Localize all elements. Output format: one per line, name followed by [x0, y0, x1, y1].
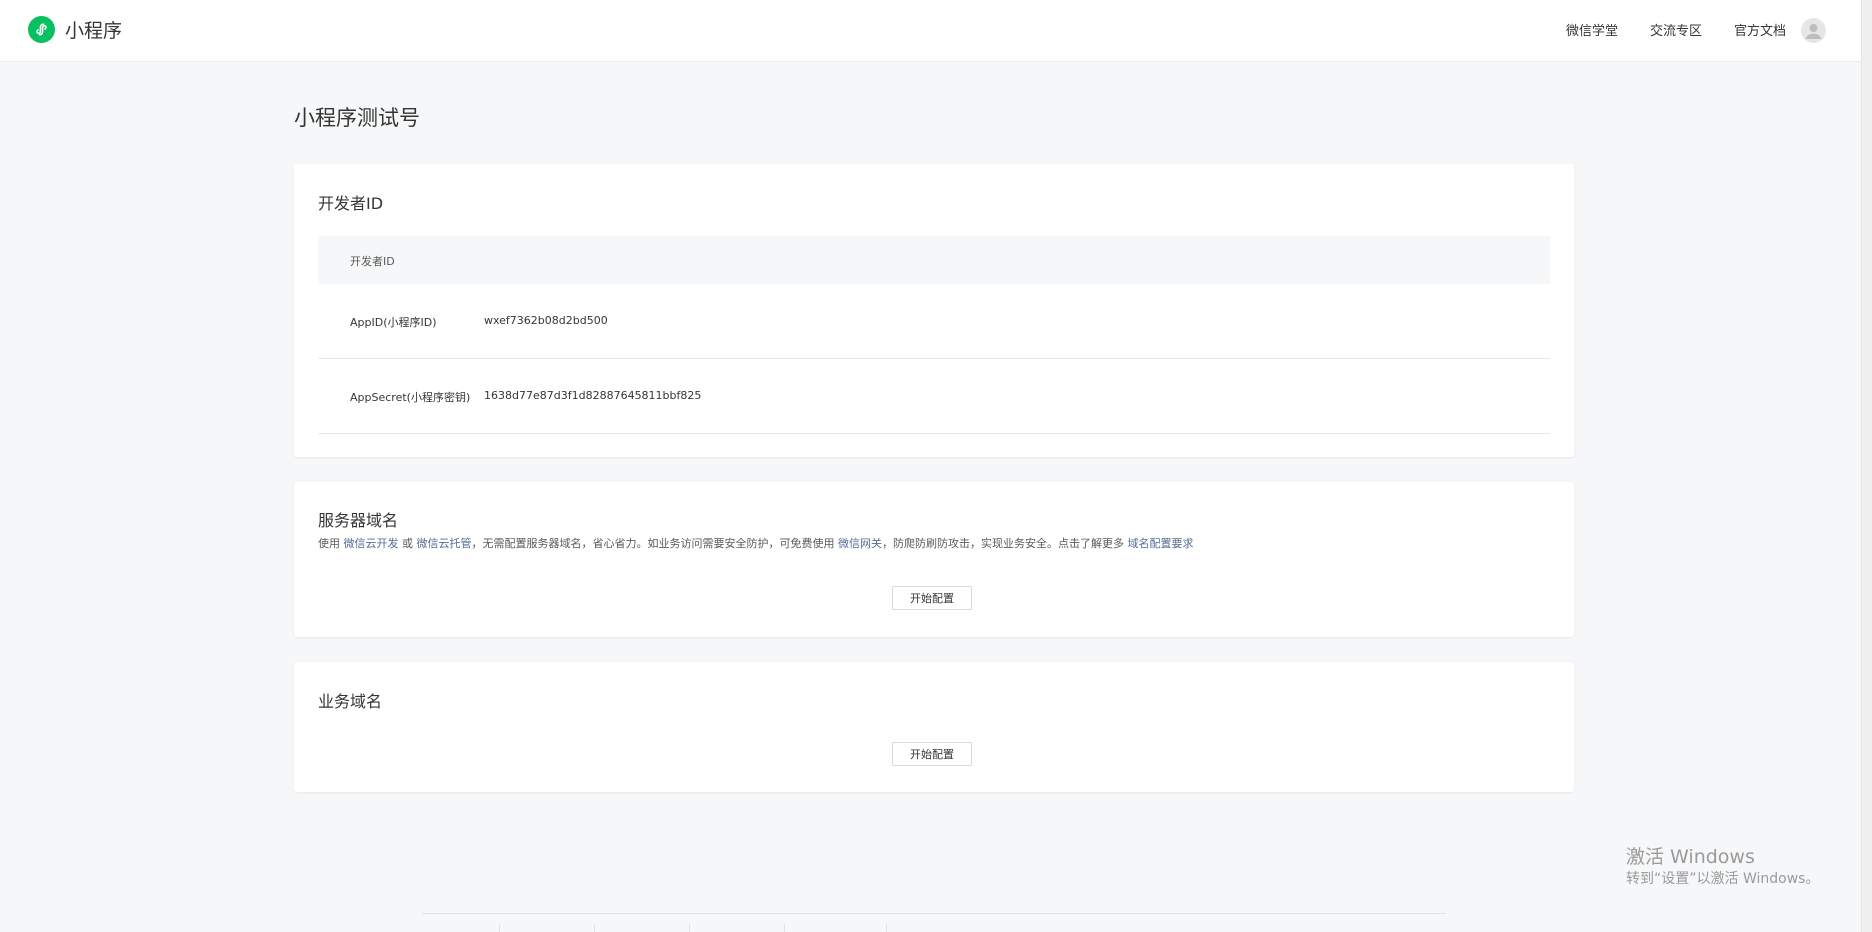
vertical-scrollbar[interactable]	[1861, 0, 1872, 932]
business-domain-start-config-button[interactable]: 开始配置	[892, 742, 972, 766]
appid-label: AppID(小程序ID)	[350, 316, 437, 329]
developer-id-title: 开发者ID	[318, 194, 384, 213]
business-domain-card: 业务域名 开始配置	[294, 662, 1574, 792]
server-domain-description: 使用 微信云开发 或 微信云托管，无需配置服务器域名，省心省力。如业务访问需要安…	[318, 535, 1194, 551]
footer-separator	[689, 924, 690, 932]
desc-text: ，无需配置服务器域名，省心省力。如业务访问需要安全防护，可免费使用	[471, 537, 838, 550]
footer-divider	[422, 913, 1446, 914]
desc-text: 或	[398, 537, 417, 550]
nav-community[interactable]: 交流专区	[1650, 20, 1702, 39]
footer-separator	[784, 924, 785, 932]
desc-text: ，防爬防刷防攻击，实现业务安全。点击了解更多	[882, 537, 1128, 550]
developer-id-card: 开发者ID 开发者ID AppID(小程序ID) wxef7362b08d2bd…	[294, 164, 1574, 457]
windows-watermark-title: 激活 Windows	[1626, 846, 1755, 868]
brand-logo[interactable]: 小程序	[28, 16, 122, 43]
nav-official-docs[interactable]: 官方文档	[1734, 20, 1786, 39]
link-domain-requirements[interactable]: 域名配置要求	[1128, 537, 1194, 550]
table-header-label: 开发者ID	[350, 255, 395, 268]
footer-separator	[886, 924, 887, 932]
nav-wechat-academy[interactable]: 微信学堂	[1566, 20, 1618, 39]
table-row: AppSecret(小程序密钥) 1638d77e87d3f1d82887645…	[318, 359, 1550, 434]
link-wechat-gateway[interactable]: 微信网关	[838, 537, 882, 550]
table-row: AppID(小程序ID) wxef7362b08d2bd500	[318, 284, 1550, 359]
business-domain-title: 业务域名	[318, 692, 383, 711]
windows-watermark-subtitle: 转到“设置”以激活 Windows。	[1626, 871, 1820, 887]
desc-text: 使用	[318, 537, 344, 550]
link-wechat-cloud-dev[interactable]: 微信云开发	[344, 537, 399, 550]
server-domain-start-config-button[interactable]: 开始配置	[892, 586, 972, 610]
appsecret-label: AppSecret(小程序密钥)	[350, 391, 471, 404]
link-wechat-cloud-hosting[interactable]: 微信云托管	[417, 537, 472, 550]
top-nav: 微信学堂 交流专区 官方文档	[1566, 20, 1786, 39]
page-title: 小程序测试号	[294, 106, 420, 130]
server-domain-title: 服务器域名	[318, 511, 399, 530]
brand-name: 小程序	[65, 20, 123, 42]
developer-id-table-header: 开发者ID	[318, 236, 1550, 284]
server-domain-card: 服务器域名 使用 微信云开发 或 微信云托管，无需配置服务器域名，省心省力。如业…	[294, 482, 1574, 637]
top-bar: 小程序 微信学堂 交流专区 官方文档	[0, 0, 1872, 61]
footer-separator	[499, 924, 500, 932]
appsecret-value[interactable]: 1638d77e87d3f1d82887645811bbf825	[484, 389, 701, 402]
user-avatar[interactable]	[1801, 18, 1826, 43]
appid-value[interactable]: wxef7362b08d2bd500	[484, 314, 608, 327]
user-icon	[1805, 24, 1822, 39]
mini-program-icon	[28, 16, 55, 43]
footer-separator	[594, 924, 595, 932]
